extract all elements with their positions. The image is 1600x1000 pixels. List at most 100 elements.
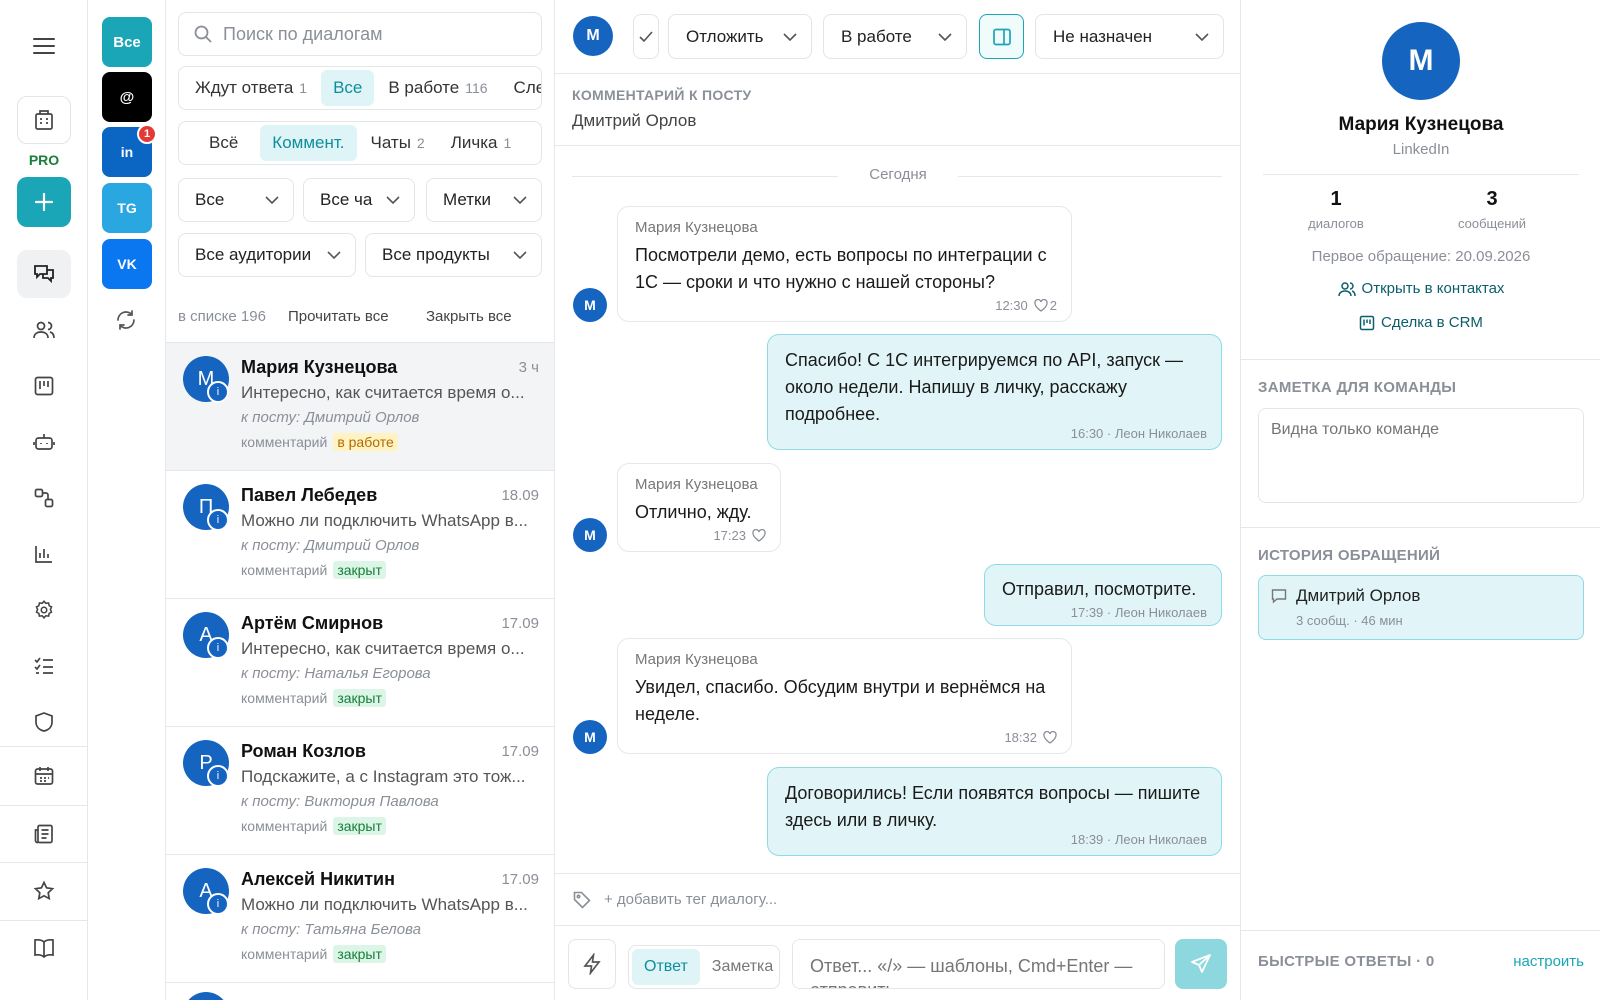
chevron-down-icon (386, 196, 400, 204)
conversation-item[interactable]: П i Павел Лебедев 18.09 Можно ли подключ… (166, 471, 554, 599)
message-meta: 12:30 2 (995, 298, 1057, 313)
tab-in-progress[interactable]: В работе 116 (376, 70, 499, 106)
profile-network: LinkedIn (1392, 141, 1450, 158)
lightning-icon (583, 953, 601, 975)
tab-label: Всё (209, 133, 239, 152)
search-box[interactable] (178, 12, 542, 56)
channel-vk[interactable]: VK (102, 239, 152, 289)
tab-label: В работе (388, 78, 460, 97)
nav-settings-gear-icon[interactable] (17, 586, 71, 634)
tab-next[interactable]: Сле (502, 70, 541, 106)
status-badge: закрыт (333, 945, 386, 963)
workspace-building-icon[interactable] (17, 96, 71, 144)
heart-icon[interactable] (1034, 299, 1048, 312)
linkedin-badge-icon: i (207, 765, 229, 787)
conversation-item[interactable]: М i Мария Кузнецова 3 ч Интересно, как с… (166, 343, 554, 471)
nav-docs-book-icon[interactable] (17, 924, 71, 972)
nav-analytics-icon[interactable] (17, 530, 71, 578)
quick-action-button[interactable] (568, 939, 616, 989)
nav-star-icon[interactable] (17, 867, 71, 915)
status-badge: закрыт (333, 561, 386, 579)
conversation-time: 17.09 (501, 871, 539, 888)
history-item[interactable]: Дмитрий Орлов 3 сообщ. · 46 мин (1258, 575, 1584, 640)
channel-email[interactable]: @ (102, 72, 152, 122)
chevron-down-icon (783, 32, 797, 41)
menu-icon[interactable] (17, 22, 71, 70)
note-mode-tab[interactable]: Заметка (700, 949, 786, 985)
team-note-box[interactable] (1258, 408, 1584, 503)
heart-icon[interactable] (752, 529, 766, 542)
reply-mode-switch: Ответ Заметка (628, 945, 780, 989)
assignee-dropdown[interactable]: Не назначен (1035, 14, 1224, 59)
channel-all[interactable]: Все (102, 17, 152, 67)
crm-deal-link[interactable]: Сделка в CRM (1241, 314, 1600, 331)
conversation-item[interactable]: Р i Роман Козлов 17.09 Подскажите, а с I… (166, 727, 554, 855)
nav-automation-icon[interactable] (17, 474, 71, 522)
quick-replies-title: БЫСТРЫЕ ОТВЕТЫ · 0 (1258, 953, 1435, 970)
search-input[interactable] (223, 23, 523, 45)
dropdown-value: Все аудитории (195, 245, 312, 264)
contacts-icon (1337, 281, 1356, 296)
tab-direct[interactable]: Личка 1 (439, 125, 524, 161)
read-all-button[interactable]: Прочитать все (288, 308, 426, 325)
nav-board-icon[interactable] (17, 362, 71, 410)
postpone-dropdown[interactable]: Отложить (668, 14, 812, 59)
send-button[interactable] (1175, 939, 1227, 989)
comment-icon (1271, 589, 1287, 604)
team-note-input[interactable] (1259, 409, 1583, 502)
tab-label: Личка (450, 133, 498, 152)
open-contacts-link[interactable]: Открыть в контактах (1241, 280, 1600, 297)
refresh-icon[interactable] (114, 308, 138, 332)
tag-icon (572, 890, 592, 910)
filter-all-dropdown[interactable]: Все (178, 178, 294, 222)
chevron-down-icon (513, 251, 527, 259)
linkedin-badge-icon: i (207, 637, 229, 659)
nav-dialogs-icon[interactable] (17, 250, 71, 298)
status-badge: закрыт (333, 817, 386, 835)
pro-label: PRO (28, 152, 60, 168)
nav-bot-icon[interactable] (17, 418, 71, 466)
history-item-meta: 3 сообщ. · 46 мин (1296, 613, 1403, 628)
status-tabs: Ждут ответа 1 Все В работе 116 Сле (178, 66, 542, 110)
reply-mode-tab[interactable]: Ответ (632, 949, 700, 985)
profile-name: Мария Кузнецова (1338, 114, 1504, 135)
nav-contacts-icon[interactable] (17, 306, 71, 354)
nav-shield-icon[interactable] (17, 698, 71, 746)
mark-done-button[interactable] (633, 14, 659, 59)
tab-label: Сле (513, 78, 541, 97)
tab-chats[interactable]: Чаты 2 (359, 125, 437, 161)
nav-tasks-icon[interactable] (17, 642, 71, 690)
add-tag-link[interactable]: + добавить тег диалогу... (604, 891, 777, 908)
chevron-down-icon (265, 196, 279, 204)
nav-calendar-icon[interactable] (17, 752, 71, 800)
first-contact-date: Первое обращение: 20.09.2026 (1311, 248, 1531, 265)
conversation-type: комментарий (241, 690, 328, 706)
status-dropdown[interactable]: В работе (823, 14, 967, 59)
filter-audiences-dropdown[interactable]: Все аудитории (178, 233, 356, 277)
channel-linkedin[interactable]: in 1 (102, 124, 157, 177)
tab-awaiting-reply[interactable]: Ждут ответа 1 (183, 70, 319, 106)
context-post-author[interactable]: Дмитрий Орлов (572, 111, 696, 131)
close-all-button[interactable]: Закрыть все (426, 308, 512, 325)
filter-chats-dropdown[interactable]: Все ча (303, 178, 415, 222)
tab-all-status[interactable]: Все (321, 70, 375, 106)
message-meta: 17:39 · Леон Николаев (1070, 605, 1207, 620)
heart-icon[interactable] (1043, 731, 1057, 744)
nav-news-icon[interactable] (17, 810, 71, 858)
configure-quick-replies-link[interactable]: настроить (1513, 953, 1584, 970)
dropdown-value: Все продукты (382, 245, 490, 264)
filter-products-dropdown[interactable]: Все продукты (365, 233, 542, 277)
channel-telegram[interactable]: TG (102, 183, 152, 233)
reply-input[interactable] (793, 940, 1164, 988)
add-button[interactable] (17, 177, 71, 227)
tab-everything[interactable]: Всё (183, 125, 258, 161)
conversation-item[interactable]: А i Артём Смирнов 17.09 Интересно, как с… (166, 599, 554, 727)
toggle-sidebar-button[interactable] (979, 14, 1024, 59)
context-label: КОММЕНТАРИЙ К ПОСТУ (572, 87, 752, 103)
reply-input-box[interactable] (792, 939, 1165, 989)
filter-tags-dropdown[interactable]: Метки (426, 178, 542, 222)
conversation-item[interactable]: А i Алексей Никитин 17.09 Можно ли подкл… (166, 855, 554, 983)
conversation-time: 17.09 (501, 743, 539, 760)
tab-count: 1 (503, 135, 512, 151)
tab-comments[interactable]: Коммент. (260, 125, 357, 161)
